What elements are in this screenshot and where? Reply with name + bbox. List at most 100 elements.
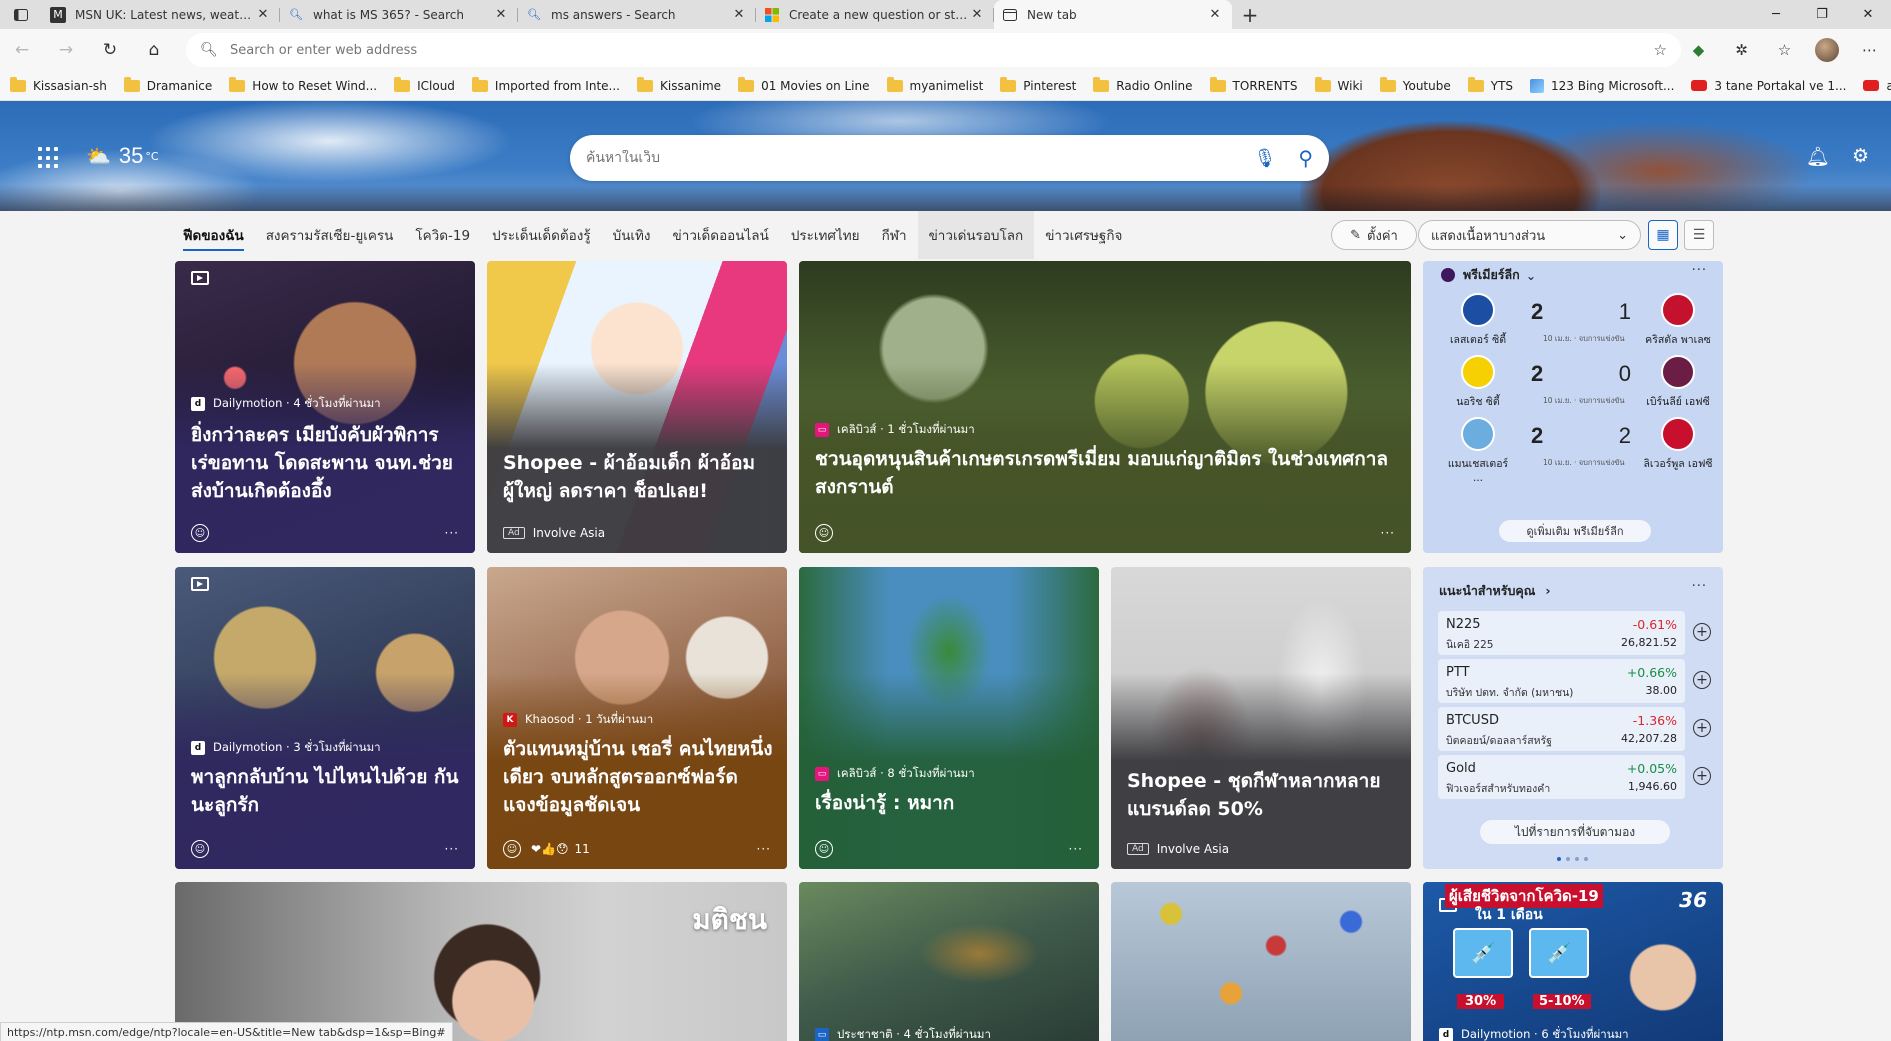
news-card[interactable]: มติชน: [175, 882, 787, 1041]
bookmark-item[interactable]: Radio Online: [1093, 76, 1193, 93]
grid-layout-button[interactable]: ▦: [1648, 220, 1678, 250]
more-options-icon[interactable]: ···: [1692, 579, 1707, 594]
more-options-icon[interactable]: ···: [1692, 263, 1707, 278]
add-to-watchlist-icon[interactable]: +: [1693, 623, 1711, 641]
category-tab[interactable]: ประเทศไทย: [780, 211, 871, 259]
add-favorite-icon[interactable]: ☆: [1654, 41, 1667, 59]
restore-icon[interactable]: ❐: [1799, 0, 1845, 29]
forward-button[interactable]: →: [44, 32, 88, 68]
see-more-league-button[interactable]: ดูเพิ่มเติม พรีเมียร์ลีก: [1499, 520, 1651, 542]
bookmark-item[interactable]: TORRENTS: [1209, 76, 1298, 93]
close-window-icon[interactable]: ✕: [1845, 0, 1891, 29]
more-options-icon[interactable]: ···: [445, 526, 459, 540]
category-tab[interactable]: กีฬา: [871, 211, 918, 259]
bookmark-item[interactable]: How to Reset Wind...: [229, 76, 377, 93]
news-card[interactable]: d Dailymotion · 3 ชั่วโมงที่ผ่านมา พาลูกก…: [175, 567, 475, 869]
content-visibility-dropdown[interactable]: แสดงเนื้อหาบางส่วน ⌄: [1418, 220, 1641, 250]
bookmark-item[interactable]: Wiki: [1314, 76, 1363, 93]
bookmark-item[interactable]: myanimelist: [886, 76, 983, 93]
home-button[interactable]: ⌂: [132, 32, 176, 68]
reaction-icon[interactable]: ☺: [503, 840, 521, 858]
more-options-icon[interactable]: ···: [1381, 526, 1395, 540]
match-result[interactable]: เลสเตอร์ ซิตี้ 2 1 10 เม.ย. · จบการแข่งขันค…: [1443, 293, 1713, 353]
bookmark-item[interactable]: ICloud: [394, 76, 455, 93]
news-card[interactable]: ผู้เสียชีวิตจากโควิด-19 ใน 1 เดือน 💉 💉 3…: [1423, 882, 1723, 1041]
refresh-button[interactable]: ↻: [88, 32, 132, 68]
stock-row[interactable]: Gold ฟิวเจอร์สสำหรับทองคำ +0.05% 1,946.60 +: [1438, 755, 1711, 799]
category-tab[interactable]: โควิด-19: [404, 211, 481, 259]
match-result[interactable]: นอริช ซิตี้ 2 0 10 เม.ย. · จบการแข่งขัน เบิร…: [1443, 355, 1713, 415]
news-card[interactable]: [1111, 882, 1411, 1041]
add-to-watchlist-icon[interactable]: +: [1693, 671, 1711, 689]
category-tab[interactable]: สงครามรัสเซีย-ยูเครน: [255, 211, 405, 259]
microphone-icon[interactable]: 🎙︎: [1253, 148, 1276, 169]
news-card[interactable]: K Khaosod · 1 วันที่ผ่านมา ตัวแทนหมู่บ้าน…: [487, 567, 787, 869]
category-tab[interactable]: ฟีดของฉัน: [172, 211, 255, 259]
web-search-box[interactable]: 🎙︎ ⚲: [570, 135, 1329, 181]
reaction-icon[interactable]: ☺: [191, 524, 209, 542]
extensions-puzzle-icon[interactable]: ✲: [1720, 41, 1763, 59]
bookmark-item[interactable]: Kissanime: [636, 76, 721, 93]
news-card[interactable]: ▭ เคลิบิวส์ · 8 ชั่วโมงที่ผ่านมา เรื่องน่…: [799, 567, 1099, 869]
close-tab-icon[interactable]: ✕: [492, 7, 510, 22]
tab-msn[interactable]: M MSN UK: Latest news, weather, h ✕: [42, 0, 280, 29]
bookmark-item[interactable]: Dramanice: [123, 76, 212, 93]
category-tab[interactable]: บันเทิง: [602, 211, 662, 259]
reaction-icon[interactable]: ☺: [191, 840, 209, 858]
add-to-watchlist-icon[interactable]: +: [1693, 767, 1711, 785]
news-card[interactable]: ▭ ประชาชาติ · 4 ชั่วโมงที่ผ่านมา: [799, 882, 1099, 1041]
minimize-icon[interactable]: ─: [1753, 0, 1799, 29]
close-tab-icon[interactable]: ✕: [1206, 7, 1224, 22]
personalize-button[interactable]: ✎ ตั้งค่า: [1331, 220, 1417, 250]
favorites-icon[interactable]: ☆: [1763, 41, 1806, 59]
bookmark-item[interactable]: a new way to grow...: [1863, 79, 1891, 93]
ad-card[interactable]: Shopee - ผ้าอ้อมเด็ก ผ้าอ้อมผู้ใหญ่ ลดรา…: [487, 261, 787, 553]
notification-bell-icon[interactable]: 🔔︎: [1806, 145, 1830, 168]
league-selector[interactable]: พรีเมียร์ลีก ⌄: [1441, 265, 1536, 285]
new-tab-button[interactable]: +: [1232, 0, 1268, 29]
bookmark-item[interactable]: Pinterest: [1000, 76, 1076, 93]
watchlist-button[interactable]: ไปที่รายการที่จับตามอง: [1480, 820, 1670, 844]
web-search-input[interactable]: [586, 150, 1254, 166]
settings-more-icon[interactable]: ⋯: [1848, 41, 1891, 59]
more-options-icon[interactable]: ···: [1069, 842, 1083, 856]
search-icon[interactable]: ⚲: [1298, 146, 1313, 170]
stock-row[interactable]: PTT บริษัท ปตท. จำกัด (มหาชน) +0.66% 38.00 +: [1438, 659, 1711, 703]
match-result[interactable]: แมนเชสเตอร์ ... 2 2 10 เม.ย. · จบการแข่งขัน…: [1443, 417, 1713, 484]
bookmark-item[interactable]: 01 Movies on Line: [738, 76, 870, 93]
bookmark-item[interactable]: Kissasian-sh: [10, 76, 107, 93]
more-options-icon[interactable]: ···: [445, 842, 459, 856]
extension-icon[interactable]: ◆: [1677, 41, 1720, 59]
reaction-icon[interactable]: ☺: [815, 524, 833, 542]
tab-ms365-search[interactable]: 🔍︎ what is MS 365? - Search ✕: [280, 0, 518, 29]
ad-card[interactable]: Shopee - ชุดกีฬาหลากหลายแบรนด์ลด 50% Ad I…: [1111, 567, 1411, 869]
stock-row[interactable]: BTCUSD บิตคอยน์/ดอลลาร์สหรัฐ -1.36% 42,207.…: [1438, 707, 1711, 751]
stock-row[interactable]: N225 นิเคอิ 225 -0.61% 26,821.52 +: [1438, 611, 1711, 655]
tab-create-question[interactable]: Create a new question or start a ✕: [756, 0, 994, 29]
news-card[interactable]: d Dailymotion · 4 ชั่วโมงที่ผ่านมา ยิ่งกว…: [175, 261, 475, 553]
bookmark-item[interactable]: 123 Bing Microsoft...: [1530, 78, 1674, 93]
finance-title[interactable]: แนะนำสำหรับคุณ ›: [1439, 581, 1551, 601]
category-tab[interactable]: ประเด็นเด็ดต้องรู้: [481, 211, 602, 259]
category-tab[interactable]: ข่าวเด่นรอบโลก: [917, 211, 1035, 259]
bookmark-item[interactable]: YTS: [1467, 76, 1513, 93]
back-button[interactable]: ←: [0, 32, 44, 68]
app-launcher-icon[interactable]: [38, 147, 60, 169]
category-tab[interactable]: ข่าวเศรษฐกิจ: [1034, 211, 1133, 259]
bookmark-item[interactable]: Imported from Inte...: [471, 76, 620, 93]
list-layout-button[interactable]: ☰: [1684, 220, 1714, 250]
category-tab[interactable]: ข่าวเด็ดออนไลน์: [662, 211, 780, 259]
weather-widget[interactable]: ⛅ 35 °C: [86, 143, 159, 169]
address-input[interactable]: [230, 42, 1654, 58]
address-bar[interactable]: 🔍︎ ☆: [186, 33, 1681, 67]
profile-avatar[interactable]: [1815, 38, 1839, 62]
bookmark-item[interactable]: Youtube: [1379, 76, 1451, 93]
bookmark-item[interactable]: 3 tane Portakal ve 1...: [1691, 79, 1846, 93]
tab-ms-answers-search[interactable]: 🔍︎ ms answers - Search ✕: [518, 0, 756, 29]
reaction-icon[interactable]: ☺: [815, 840, 833, 858]
tab-actions-button[interactable]: [0, 0, 42, 29]
more-options-icon[interactable]: ···: [757, 842, 771, 856]
tab-new-tab[interactable]: New tab ✕: [994, 0, 1232, 29]
close-tab-icon[interactable]: ✕: [968, 7, 986, 22]
page-settings-gear-icon[interactable]: ⚙: [1852, 145, 1869, 168]
